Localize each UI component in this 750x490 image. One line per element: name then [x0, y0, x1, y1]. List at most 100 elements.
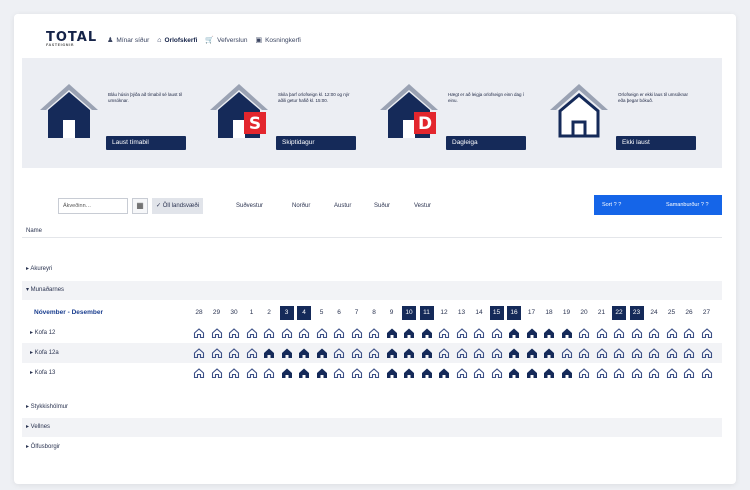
day-header: 2 — [267, 309, 271, 316]
house-available-icon[interactable] — [561, 347, 573, 359]
house-available-icon[interactable] — [351, 367, 363, 379]
nav-my-pages[interactable]: ♟ Mínar síður — [107, 37, 149, 44]
house-available-icon[interactable] — [631, 347, 643, 359]
house-booked-icon — [299, 368, 309, 378]
house-available-icon[interactable] — [666, 327, 678, 339]
unit-label[interactable]: ▸ Kofa 13 — [30, 363, 55, 383]
house-booked-icon — [421, 328, 432, 338]
house-available-icon[interactable] — [578, 367, 590, 379]
region-chip-north[interactable]: Norður — [288, 198, 314, 214]
brand-logo[interactable]: TOTAL FASTEIGNIR — [46, 31, 97, 47]
group-row-vellnes[interactable]: ▸ Vellnes — [22, 418, 722, 437]
house-available-icon[interactable] — [456, 367, 468, 379]
region-chip-all[interactable]: ✓ Öll landsvæði — [152, 198, 204, 214]
group-row-akureyri[interactable]: ▸ Akureyri — [22, 260, 722, 279]
region-chip-east[interactable]: Austur — [330, 198, 355, 214]
house-available-icon[interactable] — [246, 367, 258, 379]
region-chip-west[interactable]: Vestur — [410, 198, 435, 214]
house-available-icon[interactable] — [211, 347, 223, 359]
legend-description: Orlofseign er ekki laus til umsóknar eða… — [618, 92, 689, 103]
house-available-icon[interactable] — [193, 367, 205, 379]
house-available-icon[interactable] — [473, 327, 485, 339]
calendar-icon[interactable]: ▦ — [132, 198, 148, 214]
house-available-icon[interactable] — [298, 327, 310, 339]
house-available-icon[interactable] — [368, 347, 380, 359]
house-available-icon[interactable] — [683, 367, 695, 379]
legend-unavailable: Orlofseign er ekki laus til umsóknar eða… — [532, 58, 702, 170]
house-available-icon[interactable] — [613, 367, 625, 379]
group-row-stykkisholmur[interactable]: ▸ Stykkishólmur — [22, 398, 722, 417]
house-available-icon[interactable] — [228, 327, 240, 339]
house-available-icon[interactable] — [246, 327, 258, 339]
region-chip-south[interactable]: Suður — [370, 198, 394, 214]
house-available-icon[interactable] — [211, 327, 223, 339]
day-header: 18 — [545, 309, 553, 316]
house-available-icon[interactable] — [491, 367, 503, 379]
group-row-olfusborgir[interactable]: ▸ Ölfusborgir — [22, 438, 722, 457]
house-available-icon[interactable] — [631, 327, 643, 339]
house-available-icon[interactable] — [193, 347, 205, 359]
house-available-icon[interactable] — [368, 327, 380, 339]
house-available-icon[interactable] — [263, 327, 275, 339]
house-available-icon[interactable] — [438, 327, 450, 339]
house-available-icon[interactable] — [578, 327, 590, 339]
house-available-icon[interactable] — [246, 347, 258, 359]
house-available-icon[interactable] — [263, 367, 275, 379]
sort-compare-button[interactable]: Sort ? ? Samanburður ? ? — [594, 195, 722, 215]
house-available-icon[interactable] — [333, 367, 345, 379]
house-available-icon[interactable] — [701, 347, 713, 359]
nav-voting[interactable]: ▣ Kosningkerfi — [255, 37, 300, 44]
house-available-icon[interactable] — [351, 327, 363, 339]
house-available-icon[interactable] — [473, 367, 485, 379]
house-available-icon[interactable] — [613, 347, 625, 359]
house-available-icon[interactable] — [683, 347, 695, 359]
unit-label[interactable]: ▸ Kofa 12a — [30, 343, 59, 363]
house-available-icon[interactable] — [351, 347, 363, 359]
house-available-icon[interactable] — [193, 327, 205, 339]
house-available-icon[interactable] — [701, 327, 713, 339]
house-available-icon[interactable] — [666, 347, 678, 359]
legend-day-rental-button[interactable]: Dagleiga — [446, 136, 526, 150]
house-available-icon[interactable] — [281, 327, 293, 339]
day-header: 9 — [389, 309, 394, 316]
house-available-icon[interactable] — [456, 327, 468, 339]
house-available-icon[interactable] — [228, 367, 240, 379]
legend-available-button[interactable]: Laust tímabil — [106, 136, 186, 150]
house-available-icon[interactable] — [316, 327, 328, 339]
house-available-icon[interactable] — [491, 347, 503, 359]
house-available-icon[interactable] — [473, 347, 485, 359]
day-header: 7 — [354, 309, 359, 316]
house-available-icon[interactable] — [596, 327, 608, 339]
house-available-icon[interactable] — [596, 367, 608, 379]
house-available-icon[interactable] — [368, 367, 380, 379]
legend-available: Bláu húsin þýða að tímabil sé laust til … — [22, 58, 192, 170]
house-swap-icon: S — [210, 84, 268, 138]
legend-unavailable-button[interactable]: Ekki laust — [616, 136, 696, 150]
house-available-icon[interactable] — [333, 347, 345, 359]
nav-holiday-system[interactable]: ⌂ Orlofskerfi — [157, 37, 197, 44]
house-available-icon[interactable] — [228, 347, 240, 359]
house-available-icon[interactable] — [456, 347, 468, 359]
house-available-icon[interactable] — [683, 327, 695, 339]
house-available-icon[interactable] — [578, 347, 590, 359]
nav-shop[interactable]: 🛒 Vefverslun — [205, 37, 247, 44]
house-available-icon[interactable] — [648, 327, 660, 339]
house-available-icon[interactable] — [596, 347, 608, 359]
house-available-icon[interactable] — [648, 347, 660, 359]
group-row-munadarnes[interactable]: ▾ Munaðarnes — [22, 281, 722, 300]
legend-changeover-button[interactable]: Skiptidagur — [276, 136, 356, 150]
house-booked-icon — [404, 328, 414, 338]
unit-label[interactable]: ▸ Kofa 12 — [30, 323, 55, 343]
region-chip-southwest[interactable]: Suðvestur — [232, 198, 267, 214]
house-available-icon[interactable] — [701, 367, 713, 379]
house-available-icon[interactable] — [211, 367, 223, 379]
house-available-icon[interactable] — [613, 327, 625, 339]
house-available-icon[interactable] — [438, 347, 450, 359]
house-available-icon[interactable] — [666, 367, 678, 379]
house-available-icon[interactable] — [648, 367, 660, 379]
house-available-icon[interactable] — [491, 327, 503, 339]
house-available-icon[interactable] — [631, 367, 643, 379]
unit-row: ▸ Kofa 12 — [22, 323, 722, 343]
date-search-input[interactable]: Ákveðinn… — [58, 198, 128, 214]
house-available-icon[interactable] — [333, 327, 345, 339]
